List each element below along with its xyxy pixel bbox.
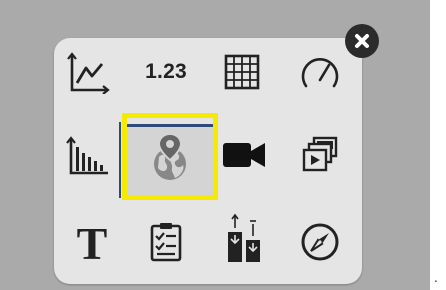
tile-bar-chart[interactable] [58, 125, 118, 185]
bar-chart-icon [66, 136, 108, 175]
tile-table[interactable] [212, 42, 272, 102]
globe-map-pin-icon [154, 132, 186, 180]
media-gallery-icon [302, 136, 338, 172]
tile-map[interactable] [140, 128, 200, 188]
tile-text[interactable]: T [62, 212, 122, 272]
tile-compass[interactable] [290, 212, 350, 272]
tile-line-chart[interactable] [58, 42, 118, 102]
stacked-bars-icon [228, 213, 260, 262]
close-button[interactable] [345, 24, 379, 58]
video-camera-icon [223, 143, 265, 167]
trailing-period: . [434, 271, 438, 285]
text-icon: T [76, 218, 108, 269]
tile-checklist[interactable] [136, 212, 196, 272]
number-icon: 1.23 [145, 60, 187, 83]
tile-media[interactable] [290, 125, 350, 185]
tile-stacked-bars[interactable] [212, 208, 272, 268]
line-chart-icon [67, 52, 110, 94]
table-grid-icon [224, 54, 260, 90]
gauge-icon [301, 58, 339, 88]
tile-gauge[interactable] [290, 42, 350, 102]
compass-icon [301, 223, 339, 261]
selection-cursor [119, 122, 121, 198]
close-x-icon [355, 34, 369, 48]
tile-number[interactable]: 1.23 [136, 42, 196, 102]
tile-video[interactable] [214, 125, 274, 185]
checklist-icon [150, 223, 182, 262]
